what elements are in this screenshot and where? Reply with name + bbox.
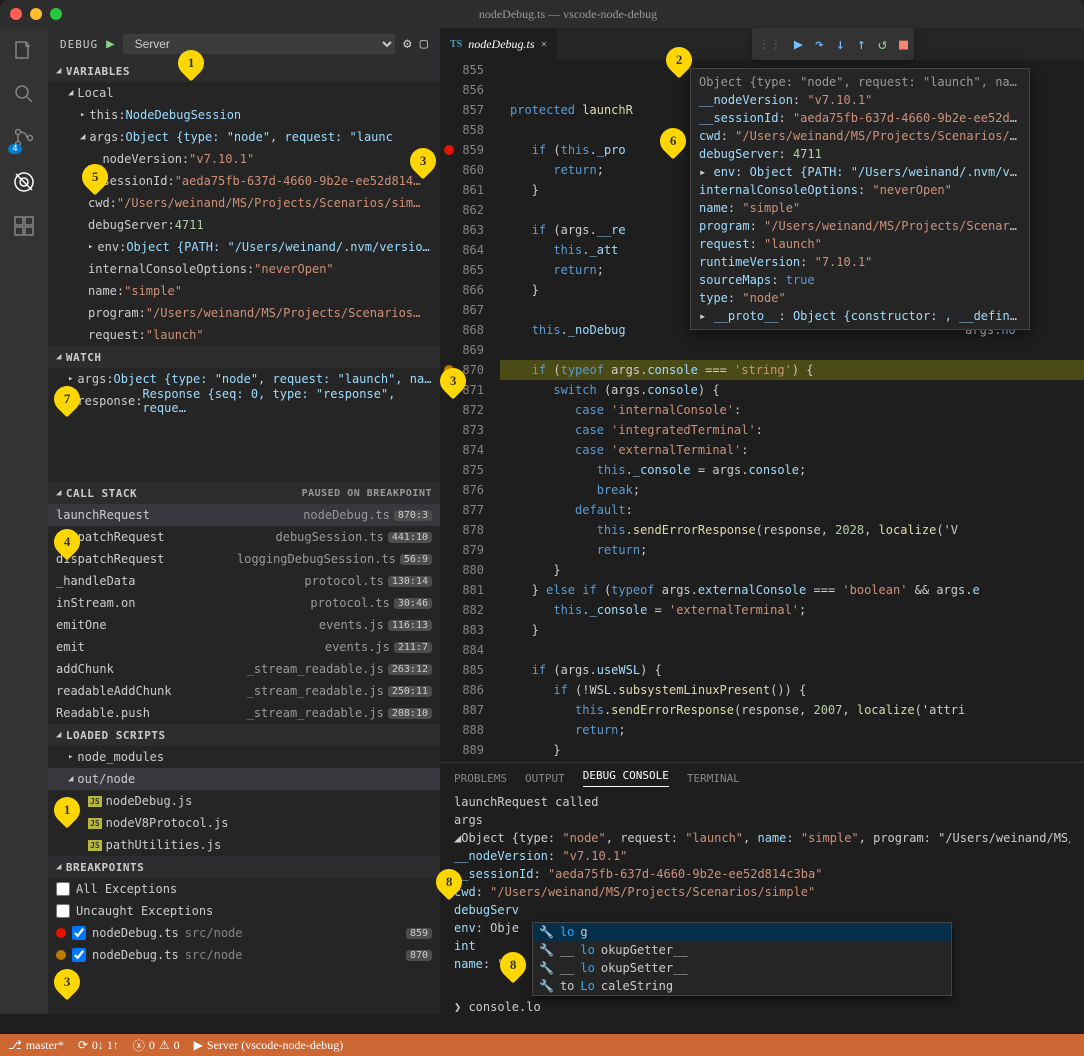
editor-tabs: TS nodeDebug.ts × ⋮⋮ ▶ ↷ ↓ ↑ ↺ ■: [440, 28, 1084, 60]
gear-icon[interactable]: ⚙: [403, 36, 411, 52]
variable-row[interactable]: name: "simple": [48, 280, 440, 302]
callstack-frame[interactable]: _handleDataprotocol.ts130:14: [48, 570, 440, 592]
breakpoint-checkbox[interactable]: [72, 948, 86, 962]
scm-icon[interactable]: 4: [12, 126, 36, 150]
explorer-icon[interactable]: [12, 38, 36, 62]
minimize-window-button[interactable]: [30, 8, 42, 20]
breakpoint-checkbox[interactable]: [56, 904, 70, 918]
variable-row[interactable]: request: "launch": [48, 324, 440, 346]
callstack-frame[interactable]: addChunk_stream_readable.js263:12: [48, 658, 440, 680]
panel-tabs: PROBLEMS OUTPUT DEBUG CONSOLE TERMINAL: [440, 763, 1084, 793]
variable-row[interactable]: debugServer: 4711: [48, 214, 440, 236]
editor-gutter[interactable]: 8558568578588598608618628638648658668678…: [440, 60, 500, 762]
debug-hover-popup[interactable]: Object {type: "node", request: "launch",…: [690, 68, 1030, 330]
callstack-frame[interactable]: inStream.onprotocol.ts30:46: [48, 592, 440, 614]
search-icon[interactable]: [12, 82, 36, 106]
editor-area: TS nodeDebug.ts × ⋮⋮ ▶ ↷ ↓ ↑ ↺ ■ 8558568…: [440, 28, 1084, 762]
git-sync[interactable]: ⟳ 0↓ 1↑: [78, 1038, 119, 1053]
variables-scope[interactable]: ◢Local: [48, 82, 440, 104]
intellisense-popup[interactable]: 🔧log🔧__lookupGetter__🔧__lookupSetter__🔧t…: [532, 922, 952, 996]
watch-header[interactable]: ◢WATCH: [48, 346, 440, 368]
suggestion-item[interactable]: 🔧__lookupSetter__: [533, 959, 951, 977]
close-tab-icon[interactable]: ×: [541, 37, 548, 52]
variable-row[interactable]: program: "/Users/weinand/MS/Projects/Sce…: [48, 302, 440, 324]
breakpoint-row[interactable]: nodeDebug.tssrc/node870: [48, 944, 440, 966]
variable-row[interactable]: cwd: "/Users/weinand/MS/Projects/Scenari…: [48, 192, 440, 214]
script-file[interactable]: JSpathUtilities.js: [48, 834, 440, 856]
ts-icon: TS: [450, 39, 462, 50]
debug-toolbar[interactable]: ⋮⋮ ▶ ↷ ↓ ↑ ↺ ■: [752, 28, 914, 60]
stop-button[interactable]: ■: [899, 35, 908, 53]
debug-header: DEBUG ▶ Server ⚙ ▢: [48, 28, 440, 60]
breakpoint-exception-row[interactable]: All Exceptions: [48, 878, 440, 900]
callstack-frame[interactable]: dispatchRequestloggingDebugSession.ts56:…: [48, 548, 440, 570]
panel-tab[interactable]: OUTPUT: [525, 772, 565, 785]
callstack-header[interactable]: ◢CALL STACKPAUSED ON BREAKPOINT: [48, 482, 440, 504]
watch-row[interactable]: ▸response: Response {seq: 0, type: "resp…: [48, 390, 440, 412]
callstack-frame[interactable]: emitOneevents.js116:13: [48, 614, 440, 636]
script-folder[interactable]: ▸node_modules: [48, 746, 440, 768]
toolbar-grip-icon[interactable]: ⋮⋮: [758, 37, 782, 51]
editor-tab[interactable]: TS nodeDebug.ts ×: [440, 28, 557, 60]
breakpoints-header[interactable]: ◢BREAKPOINTS: [48, 856, 440, 878]
breakpoint-checkbox[interactable]: [72, 926, 86, 940]
extensions-icon[interactable]: [12, 214, 36, 238]
callstack-frame[interactable]: Readable.push_stream_readable.js208:10: [48, 702, 440, 724]
activity-bar: 4: [0, 28, 48, 1014]
debug-config-select[interactable]: Server: [123, 34, 396, 54]
variable-row[interactable]: ▸env: Object {PATH: "/Users/weinand/.nvm…: [48, 236, 440, 258]
step-over-button[interactable]: ↷: [815, 35, 824, 53]
step-into-button[interactable]: ↓: [836, 35, 845, 53]
panel-tab[interactable]: DEBUG CONSOLE: [583, 769, 669, 787]
status-bar: ⎇ master* ⟳ 0↓ 1↑ ⓧ 0 ⚠ 0 ▶ Server (vsco…: [0, 1034, 1084, 1056]
titlebar: nodeDebug.ts — vscode-node-debug: [0, 0, 1084, 28]
step-out-button[interactable]: ↑: [857, 35, 866, 53]
continue-button[interactable]: ▶: [794, 35, 803, 53]
debug-launch-status[interactable]: ▶ Server (vscode-node-debug): [194, 1038, 344, 1053]
close-window-button[interactable]: [10, 8, 22, 20]
variable-row[interactable]: internalConsoleOptions: "neverOpen": [48, 258, 440, 280]
scm-badge: 4: [8, 144, 22, 154]
callstack-frame[interactable]: emitevents.js211:7: [48, 636, 440, 658]
variable-row[interactable]: ◢args: Object {type: "node", request: "l…: [48, 126, 440, 148]
loaded-scripts-header[interactable]: ◢LOADED SCRIPTS: [48, 724, 440, 746]
window-controls: [10, 8, 62, 20]
panel-tab[interactable]: TERMINAL: [687, 772, 740, 785]
variable-row[interactable]: ▸this: NodeDebugSession: [48, 104, 440, 126]
breakpoint-checkbox[interactable]: [56, 882, 70, 896]
bottom-panel: PROBLEMSOUTPUTDEBUG CONSOLETERMINAL laun…: [440, 762, 1084, 1014]
suggestion-item[interactable]: 🔧log: [533, 923, 951, 941]
window-title: nodeDebug.ts — vscode-node-debug: [62, 7, 1074, 22]
debug-console-icon[interactable]: ▢: [420, 36, 428, 52]
script-file[interactable]: JSnodeDebug.js: [48, 790, 440, 812]
debug-icon[interactable]: [12, 170, 36, 194]
restart-button[interactable]: ↺: [878, 35, 887, 53]
errors-count[interactable]: ⓧ 0 ⚠ 0: [133, 1037, 180, 1054]
callstack-frame[interactable]: dispatchRequestdebugSession.ts441:10: [48, 526, 440, 548]
maximize-window-button[interactable]: [50, 8, 62, 20]
breakpoint-row[interactable]: nodeDebug.tssrc/node859: [48, 922, 440, 944]
start-debug-button[interactable]: ▶: [106, 36, 114, 52]
script-folder[interactable]: ◢out/node: [48, 768, 440, 790]
git-branch[interactable]: ⎇ master*: [8, 1038, 64, 1053]
debug-label: DEBUG: [60, 38, 98, 51]
script-file[interactable]: JSnodeV8Protocol.js: [48, 812, 440, 834]
breakpoint-exception-row[interactable]: Uncaught Exceptions: [48, 900, 440, 922]
callstack-frame[interactable]: readableAddChunk_stream_readable.js250:1…: [48, 680, 440, 702]
variable-row[interactable]: __nodeVersion: "v7.10.1": [48, 148, 440, 170]
variables-header[interactable]: ◢VARIABLES: [48, 60, 440, 82]
debug-console-input[interactable]: ❯ console.lo: [454, 1000, 541, 1014]
suggestion-item[interactable]: 🔧toLocaleString: [533, 977, 951, 995]
panel-tab[interactable]: PROBLEMS: [454, 772, 507, 785]
suggestion-item[interactable]: 🔧__lookupGetter__: [533, 941, 951, 959]
callstack-frame[interactable]: launchRequestnodeDebug.ts870:3: [48, 504, 440, 526]
